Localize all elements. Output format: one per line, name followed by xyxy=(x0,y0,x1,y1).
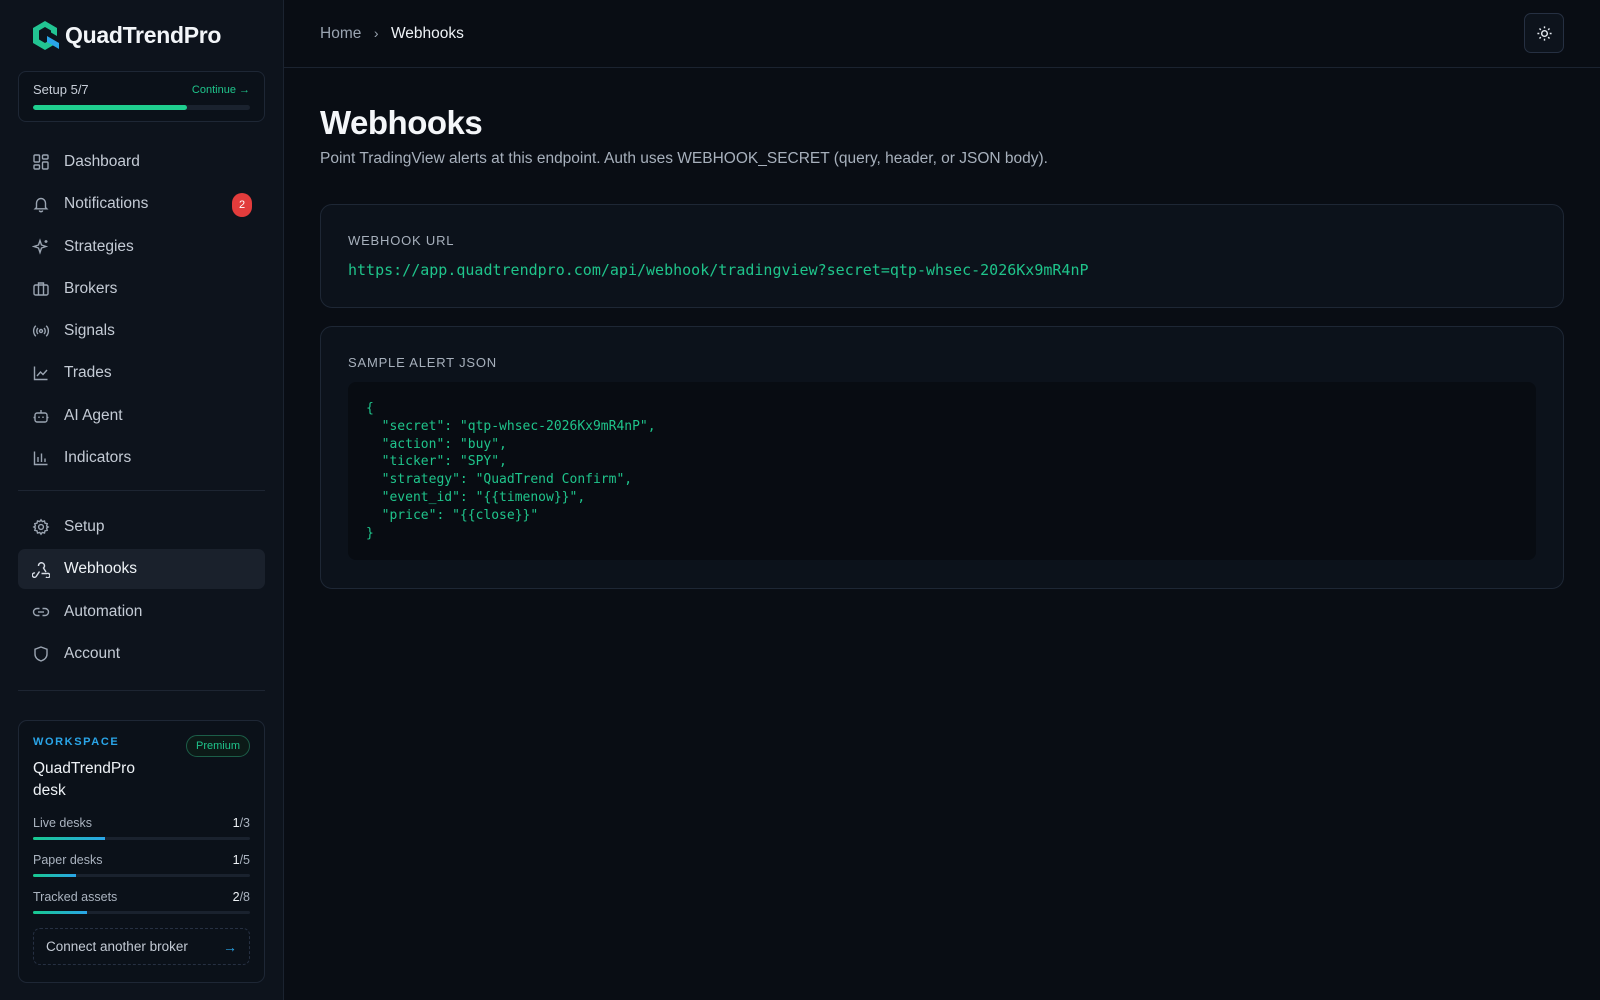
nav-item-label: Dashboard xyxy=(64,153,140,170)
primary-nav: Dashboard Notifications 2 Strategies Bro… xyxy=(18,142,265,674)
nav-item-brokers[interactable]: Brokers xyxy=(18,269,265,309)
setup-progress-fill xyxy=(33,105,188,110)
quota-live-desks: Live desks 1/3 xyxy=(33,816,250,840)
nav-item-label: AI Agent xyxy=(64,406,123,424)
dashboard-icon xyxy=(32,153,50,171)
breadcrumb-home[interactable]: Home xyxy=(320,25,361,42)
setup-title: Setup 5/7 xyxy=(33,82,89,97)
notification-count-badge: 2 xyxy=(232,193,252,218)
nav-item-label: Signals xyxy=(64,322,115,340)
page-title: Webhooks xyxy=(320,104,483,141)
quota-value: 2/8 xyxy=(232,890,250,904)
main-content: Home › Webhooks Webhooks Point TradingVi… xyxy=(284,0,1600,1000)
radio-signal-icon xyxy=(32,322,50,340)
brand-logo[interactable]: QuadTrendPro xyxy=(18,18,265,52)
nav-item-label: Strategies xyxy=(64,237,134,255)
webhook-url-label: WEBHOOK URL xyxy=(348,233,455,248)
webhooks-page: Webhooks Point TradingView alerts at thi… xyxy=(284,68,1600,589)
setup-progress-bar xyxy=(33,105,250,110)
nav-divider xyxy=(18,490,265,492)
quota-bar xyxy=(33,874,250,877)
webhook-icon xyxy=(32,560,50,579)
sidebar: QuadTrendPro Setup 5/7 Continue → Dashbo… xyxy=(0,0,284,1000)
briefcase-icon xyxy=(32,280,50,298)
breadcrumb-current: Webhooks xyxy=(390,24,464,42)
sparkles-icon xyxy=(32,237,50,256)
setup-progress-card[interactable]: Setup 5/7 Continue → xyxy=(18,71,265,122)
bar-chart-icon xyxy=(32,449,50,467)
workspace-card: WORKSPACE QuadTrendPro desk Premium Live… xyxy=(18,720,265,983)
nav-item-signals[interactable]: Signals xyxy=(18,311,265,351)
nav-item-automation[interactable]: Automation xyxy=(18,592,265,632)
quota-label: Live desks xyxy=(33,816,93,830)
nav-item-setup[interactable]: Setup xyxy=(18,507,265,547)
sample-json-code[interactable]: { "secret": "qtp-whsec-2026Kx9mR4nP", "a… xyxy=(348,382,1536,560)
link-icon xyxy=(32,603,50,621)
quadtrendpro-logo-icon xyxy=(33,21,59,50)
breadcrumb-separator: › xyxy=(373,24,379,41)
theme-toggle-button[interactable] xyxy=(1524,13,1564,53)
nav-item-webhooks[interactable]: Webhooks xyxy=(18,549,265,590)
nav-item-notifications[interactable]: Notifications 2 xyxy=(18,184,265,224)
workspace-name: QuadTrendPro desk xyxy=(33,760,135,799)
quota-fill xyxy=(33,837,105,840)
nav-item-dashboard[interactable]: Dashboard xyxy=(18,142,265,182)
gear-icon xyxy=(32,518,50,536)
quota-fill xyxy=(33,874,77,877)
quota-label: Paper desks xyxy=(33,853,103,867)
nav-item-label: Notifications xyxy=(64,195,149,213)
nav-item-label: Indicators xyxy=(64,449,132,467)
quota-value: 1/5 xyxy=(232,853,250,867)
breadcrumb: Home › Webhooks xyxy=(320,25,464,43)
quota-tracked-assets: Tracked assets 2/8 xyxy=(33,890,250,914)
brand-name: QuadTrendPro xyxy=(65,21,222,48)
page-description: Point TradingView alerts at this endpoin… xyxy=(320,150,1048,167)
quota-bar xyxy=(33,837,250,840)
nav-item-ai-agent[interactable]: AI Agent xyxy=(18,396,265,436)
bot-icon xyxy=(32,407,50,425)
nav-divider xyxy=(18,690,265,691)
connect-broker-label: Connect another broker xyxy=(46,939,188,954)
sample-json-label: SAMPLE ALERT JSON xyxy=(348,355,497,370)
line-chart-icon xyxy=(32,364,50,382)
quota-fill xyxy=(33,911,88,914)
nav-item-label: Brokers xyxy=(64,279,118,297)
nav-item-label: Account xyxy=(64,644,121,662)
connect-broker-button[interactable]: Connect another broker → xyxy=(33,928,250,965)
setup-continue-link[interactable]: Continue → xyxy=(192,84,250,96)
quota-paper-desks: Paper desks 1/5 xyxy=(33,853,250,877)
nav-item-label: Automation xyxy=(64,602,143,620)
sun-icon xyxy=(1536,25,1552,41)
nav-item-label: Trades xyxy=(64,364,112,382)
nav-item-label: Setup xyxy=(64,518,105,536)
plan-badge: Premium xyxy=(185,735,250,757)
nav-item-indicators[interactable]: Indicators xyxy=(18,438,265,478)
arrow-right-icon: → xyxy=(223,938,237,955)
bell-icon xyxy=(32,195,50,213)
quota-label: Tracked assets xyxy=(33,890,118,904)
webhook-url-value[interactable]: https://app.quadtrendpro.com/api/webhook… xyxy=(348,261,1536,279)
webhook-url-card: WEBHOOK URL https://app.quadtrendpro.com… xyxy=(320,204,1564,308)
sample-json-card: SAMPLE ALERT JSON { "secret": "qtp-whsec… xyxy=(320,326,1564,589)
quota-value: 1/3 xyxy=(232,816,250,830)
quota-bar xyxy=(33,911,250,914)
nav-item-label: Webhooks xyxy=(64,560,137,578)
nav-item-account[interactable]: Account xyxy=(18,634,265,674)
topbar: Home › Webhooks xyxy=(284,0,1600,68)
shield-icon xyxy=(32,645,50,663)
nav-item-trades[interactable]: Trades xyxy=(18,353,265,393)
nav-item-strategies[interactable]: Strategies xyxy=(18,227,265,267)
